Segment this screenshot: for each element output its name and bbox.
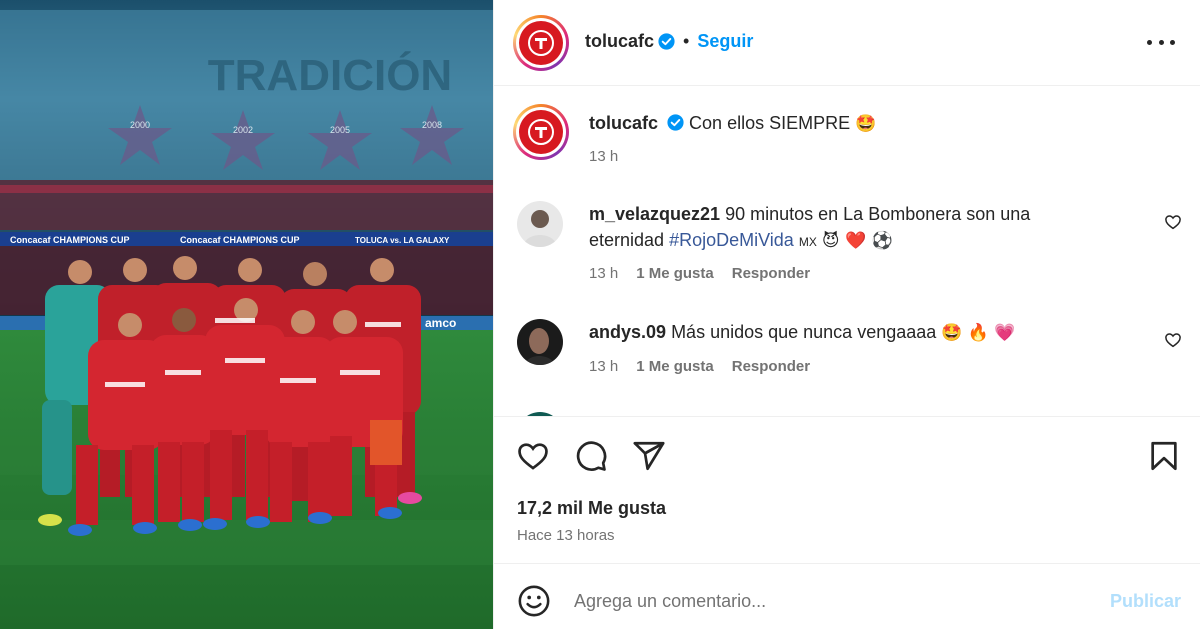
- comment-flag: MX: [798, 235, 817, 249]
- comment-like-icon[interactable]: [1164, 331, 1182, 349]
- more-options-icon[interactable]: [1147, 31, 1175, 53]
- comment-emoji: 🤩 🔥 💗: [941, 323, 1016, 343]
- toluca-logo-icon: [519, 21, 563, 65]
- stand-year: 2000: [130, 120, 150, 130]
- led-board-left-2: Concacaf CHAMPIONS CUP: [180, 235, 300, 245]
- comment-likes[interactable]: 1 Me gusta: [636, 265, 714, 282]
- sponsor-board: amco: [425, 316, 456, 330]
- stand-year: 2002: [233, 125, 253, 135]
- comment-input[interactable]: [574, 585, 1074, 617]
- reply-button[interactable]: Responder: [732, 358, 810, 375]
- comment-like-icon[interactable]: [1164, 213, 1182, 231]
- caption-avatar[interactable]: [513, 104, 569, 160]
- team-photo-illustration: TRADICIÓN 2000 2002 2005 2008 Concacaf C…: [0, 0, 493, 629]
- led-board-left: Concacaf CHAMPIONS CUP: [10, 235, 130, 245]
- comment-likes[interactable]: 1 Me gusta: [636, 358, 714, 375]
- bookmark-icon[interactable]: [1147, 439, 1181, 473]
- follow-button[interactable]: Seguir: [697, 31, 753, 52]
- comments-list[interactable]: tolucafc Con ellos SIEMPRE 🤩 13 h m_vela…: [494, 87, 1200, 417]
- reply-button[interactable]: Responder: [732, 265, 810, 282]
- comment-time: 13 h: [589, 358, 619, 375]
- verified-badge-icon: [667, 114, 684, 131]
- caption-emoji: 🤩: [855, 114, 877, 134]
- toluca-logo-icon: [519, 110, 563, 154]
- commenter-avatar[interactable]: [517, 319, 563, 365]
- caption-text: Con ellos SIEMPRE: [689, 113, 851, 133]
- profile-avatar[interactable]: [513, 15, 569, 71]
- comment-hashtag[interactable]: #RojoDeMiVida: [669, 230, 794, 250]
- post-timestamp: Hace 13 horas: [517, 527, 615, 544]
- separator-dot: •: [683, 31, 690, 51]
- comment-username[interactable]: m_velazquez21: [589, 204, 720, 224]
- post-photo[interactable]: TRADICIÓN 2000 2002 2005 2008 Concacaf C…: [0, 0, 493, 629]
- commenter-avatar[interactable]: [517, 201, 563, 247]
- comment-emoji: 😈 ❤️ ⚽: [821, 231, 893, 251]
- stand-year: 2008: [422, 120, 442, 130]
- post-header: tolucafc • Seguir: [494, 0, 1200, 86]
- comment-time: 13 h: [589, 265, 619, 282]
- banner-text: TRADICIÓN: [208, 50, 452, 100]
- post-actions: 17,2 mil Me gusta Hace 13 horas: [494, 418, 1200, 564]
- send-icon[interactable]: [632, 439, 666, 473]
- comment-composer: Publicar: [494, 565, 1200, 629]
- stand-year: 2005: [330, 125, 350, 135]
- likes-count[interactable]: 17,2 mil Me gusta: [517, 498, 666, 519]
- comment-icon[interactable]: [574, 439, 608, 473]
- header-username[interactable]: tolucafc: [585, 31, 654, 52]
- comment-text: Más unidos que nunca vengaaaa: [671, 322, 937, 342]
- publish-button[interactable]: Publicar: [1110, 591, 1181, 612]
- heart-icon[interactable]: [516, 439, 550, 473]
- led-board-right: TOLUCA vs. LA GALAXY: [355, 236, 450, 245]
- verified-badge-icon: [658, 33, 675, 50]
- smiley-icon[interactable]: [517, 584, 551, 618]
- commenter-avatar[interactable]: [517, 412, 563, 416]
- caption-time: 13 h: [589, 148, 619, 165]
- comment-username[interactable]: andys.09: [589, 322, 666, 342]
- caption-username[interactable]: tolucafc: [589, 113, 658, 133]
- post-side-panel: tolucafc • Seguir tolucafc Con ellos SIE…: [493, 0, 1200, 629]
